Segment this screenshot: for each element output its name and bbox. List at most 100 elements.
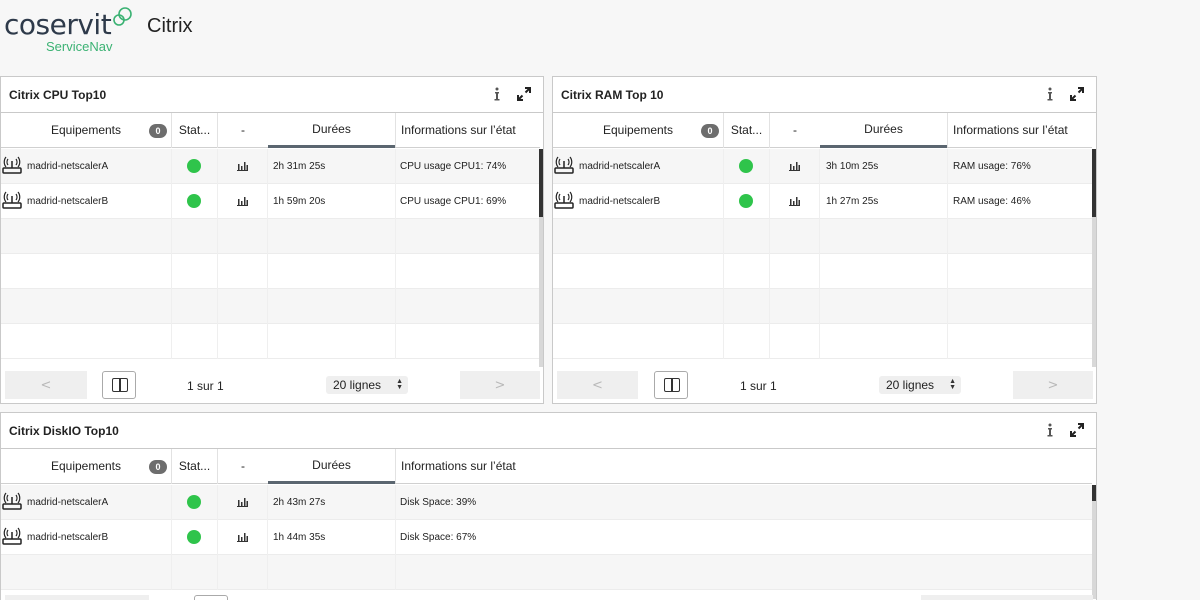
cpu-grid: Equipements 0 Stat... - Durées Informati… (1, 113, 543, 367)
vertical-scrollbar[interactable] (1092, 149, 1096, 367)
cell-divider (769, 184, 770, 219)
cell-divider (217, 149, 218, 184)
next-page-button[interactable]: > (1013, 371, 1093, 399)
col-header-equipements[interactable]: Equipements (1, 449, 171, 484)
duration: 2h 31m 25s (273, 160, 326, 172)
rows-per-page-select[interactable]: 20 lignes ▲ ▼ (879, 376, 961, 394)
col-label: Equipements (50, 123, 122, 137)
col-header-graph[interactable]: - (770, 113, 820, 148)
bar-chart-icon[interactable] (237, 196, 248, 206)
col-label: - (241, 123, 245, 137)
logo-subtitle: ServiceNav (46, 39, 113, 54)
status-ok-indicator (187, 159, 201, 173)
col-label: Equipements (50, 459, 122, 473)
rows-per-page-value: 20 lignes (333, 378, 382, 392)
bar-chart-icon[interactable] (237, 161, 248, 171)
cell-divider (217, 520, 218, 555)
col-label: Informations sur l’état (401, 459, 516, 473)
info-icon[interactable] (1043, 86, 1057, 102)
col-header-status[interactable]: Stat... (724, 113, 769, 148)
col-label: Stat... (178, 459, 211, 473)
scroll-thumb[interactable] (1092, 485, 1096, 501)
col-label: Stat... (730, 123, 763, 137)
prev-page-button[interactable] (5, 595, 149, 600)
info-icon[interactable] (490, 86, 504, 102)
count-badge: 0 (701, 124, 719, 138)
col-label: - (241, 459, 245, 473)
cell-divider (723, 184, 724, 219)
table-row[interactable]: madrid-netscalerA 2h 31m 25s CPU usage C… (1, 149, 539, 184)
empty-row (1, 289, 539, 324)
next-page-button[interactable]: > (460, 371, 540, 399)
col-label: Durées (864, 122, 903, 136)
prev-page-button[interactable]: < (557, 371, 638, 399)
cell-divider (267, 485, 268, 520)
next-page-button[interactable] (921, 595, 1093, 600)
column-toggle-button[interactable] (654, 371, 688, 399)
table-row[interactable]: madrid-netscalerA 3h 10m 25s RAM usage: … (553, 149, 1092, 184)
cell-divider (819, 149, 820, 184)
cell-divider (171, 149, 172, 184)
network-device-icon (2, 156, 22, 174)
vertical-scrollbar[interactable] (1092, 485, 1096, 599)
table-row[interactable]: madrid-netscalerB 1h 27m 25s RAM usage: … (553, 184, 1092, 219)
state-info: Disk Space: 39% (400, 496, 477, 508)
duration: 1h 59m 20s (273, 195, 326, 207)
empty-row (1, 219, 539, 254)
col-header-status[interactable]: Stat... (172, 449, 217, 484)
table-row[interactable]: madrid-netscalerB 1h 44m 35s Disk Space:… (1, 520, 1092, 555)
table-row[interactable]: madrid-netscalerB 1h 59m 20s CPU usage C… (1, 184, 539, 219)
col-header-graph[interactable]: - (218, 113, 268, 148)
device-name: madrid-netscalerA (27, 496, 109, 508)
col-header-info[interactable]: Informations sur l’état (395, 449, 1092, 484)
status-ok-indicator (187, 194, 201, 208)
cell-divider (171, 184, 172, 219)
expand-icon[interactable] (1070, 87, 1084, 101)
rows-per-page-select[interactable]: 20 lignes ▲ ▼ (326, 376, 408, 394)
col-header-status[interactable]: Stat... (172, 113, 217, 148)
col-header-equipements[interactable]: Equipements (1, 113, 171, 148)
diskio-grid: Equipements 0 Stat... - Durées Informati… (1, 449, 1096, 599)
cell-divider (819, 184, 820, 219)
prev-page-button[interactable]: < (5, 371, 87, 399)
pagination-bar: < 1 sur 1 20 lignes ▲ ▼ > (1, 367, 543, 403)
col-header-info[interactable]: Informations sur l’état (395, 113, 540, 148)
bar-chart-icon[interactable] (789, 196, 800, 206)
device-name: madrid-netscalerB (27, 195, 109, 207)
col-header-equipements[interactable]: Equipements (553, 113, 723, 148)
rows-per-page-value: 20 lignes (886, 378, 935, 392)
col-header-durees[interactable]: Durées (268, 449, 395, 484)
coservit-logo[interactable]: coservit ServiceNav (4, 6, 134, 56)
expand-icon[interactable] (1070, 423, 1084, 437)
col-header-info[interactable]: Informations sur l’état (947, 113, 1092, 148)
info-icon[interactable] (1043, 422, 1057, 438)
scroll-thumb[interactable] (1092, 149, 1096, 217)
empty-row (1, 324, 539, 359)
bar-chart-icon[interactable] (789, 161, 800, 171)
status-ok-indicator (739, 159, 753, 173)
device-name: madrid-netscalerA (27, 160, 109, 172)
empty-row (553, 324, 1092, 359)
network-device-icon (2, 527, 22, 545)
bar-chart-icon[interactable] (237, 532, 248, 542)
logo-wordmark: coservit (4, 8, 112, 41)
pagination-bar (1, 591, 1096, 600)
device-name: madrid-netscalerB (27, 531, 109, 543)
column-toggle-button[interactable] (194, 595, 228, 600)
col-label: Durées (312, 458, 351, 472)
duration: 1h 44m 35s (273, 531, 326, 543)
bar-chart-icon[interactable] (237, 497, 248, 507)
col-header-graph[interactable]: - (218, 449, 268, 484)
expand-icon[interactable] (517, 87, 531, 101)
table-row[interactable]: madrid-netscalerA 2h 43m 27s Disk Space:… (1, 485, 1092, 520)
widget-title: Citrix DiskIO Top10 (9, 424, 119, 438)
col-header-durees[interactable]: Durées (268, 113, 395, 148)
scroll-thumb[interactable] (539, 149, 543, 217)
state-info: Disk Space: 67% (400, 531, 477, 543)
vertical-scrollbar[interactable] (539, 149, 543, 367)
duration: 1h 27m 25s (826, 195, 879, 207)
column-toggle-button[interactable] (102, 371, 136, 399)
col-header-durees[interactable]: Durées (820, 113, 947, 148)
empty-row (553, 219, 1092, 254)
widget-title: Citrix RAM Top 10 (561, 88, 664, 102)
